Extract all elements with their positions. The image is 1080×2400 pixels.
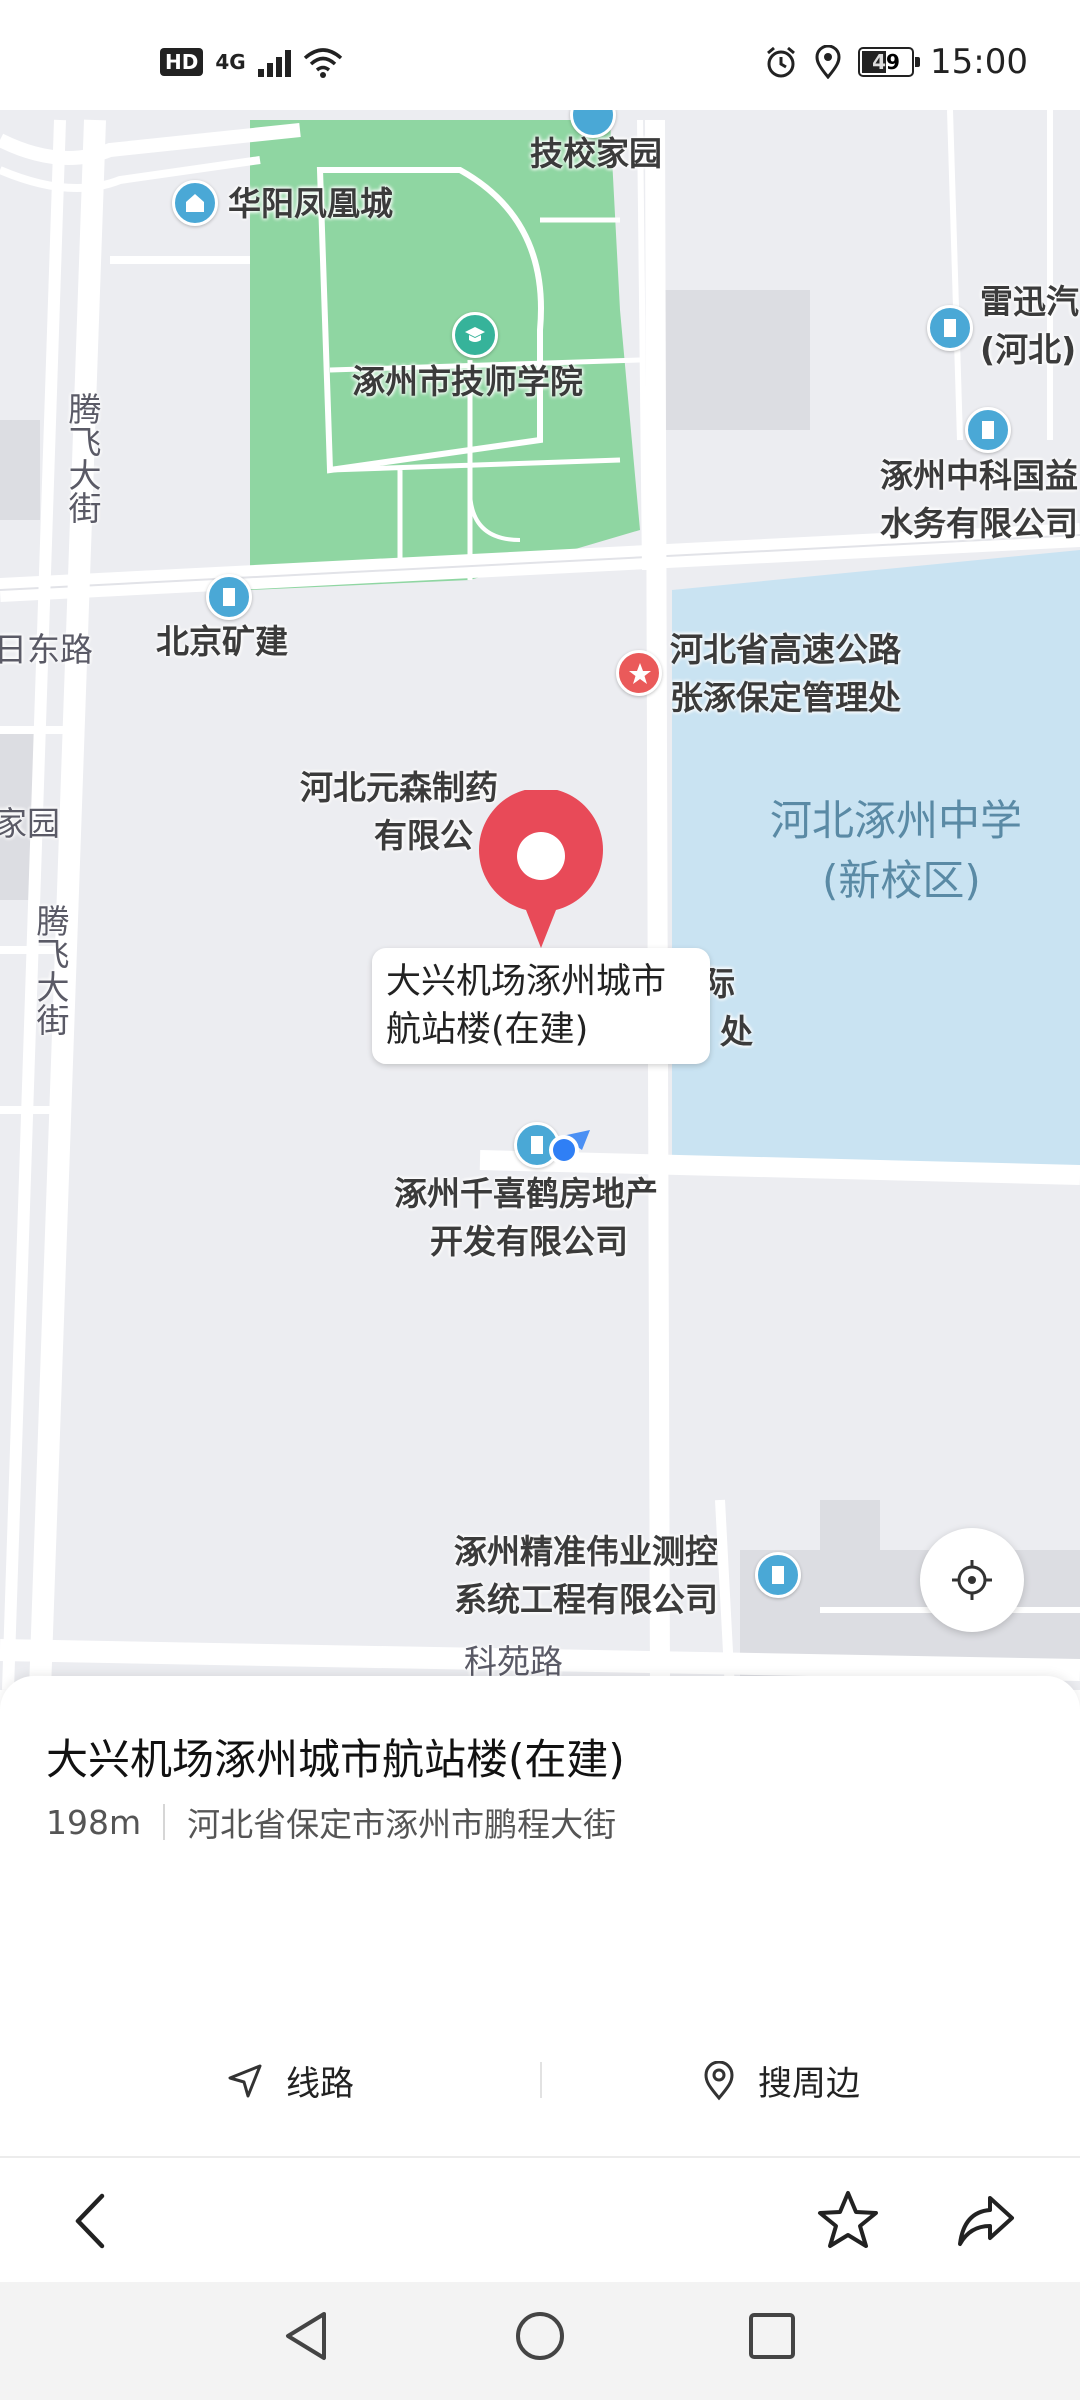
map-view[interactable]: 技校家园 华阳凤凰城 涿州市技师学院 雷迅汽 (河北) 涿州中科国益 水务有限公…: [0, 110, 1080, 1690]
alarm-icon: [767, 46, 795, 78]
map-label-zhongke-1[interactable]: 涿州中科国益: [880, 454, 1078, 498]
map-label-huayang[interactable]: 华阳凤凰城: [228, 182, 393, 226]
place-callout[interactable]: 大兴机场涿州城市航站楼(在建): [372, 948, 710, 1064]
map-label-gaosu-2[interactable]: 张涿保定管理处: [670, 676, 901, 720]
map-label-beijing-kuangjian[interactable]: 北京矿建: [156, 620, 288, 664]
residential-icon: [186, 194, 204, 212]
poi-icon-leixun[interactable]: [927, 305, 973, 351]
map-label-gaosu-1[interactable]: 河北省高速公路: [670, 628, 901, 672]
battery-icon: 49: [858, 47, 921, 77]
location-status-icon: [815, 45, 841, 79]
nav-home-icon[interactable]: [512, 2308, 568, 2364]
crosshair-icon: [952, 1560, 992, 1600]
place-distance: 198m: [46, 1802, 142, 1842]
map-label-yuansen-2[interactable]: 有限公: [374, 814, 473, 858]
road-label-tengfei-1: 腾飞大街: [63, 392, 102, 524]
nav-back-icon[interactable]: [280, 2308, 336, 2364]
building-icon: [223, 588, 235, 606]
map-label-guoji-2[interactable]: 处: [720, 1010, 753, 1054]
hd-badge: HD: [160, 48, 204, 76]
status-bar: HD 4G 49 15:00: [0, 0, 1080, 110]
wifi-icon: [303, 48, 342, 78]
network-type: 4G: [215, 50, 246, 74]
system-nav-bar: [0, 2282, 1080, 2400]
place-meta: 198m 河北省保定市涿州市鹏程大街: [46, 1798, 616, 1846]
meta-divider: [163, 1804, 166, 1840]
map-app-screen: HD 4G 49 15:00 技校家园 华阳凤凰城 涿州市技师学院 雷迅汽 (河…: [0, 0, 1080, 2400]
map-label-zhongke-2[interactable]: 水务有限公司: [880, 502, 1078, 546]
status-left: HD 4G: [160, 46, 343, 78]
status-time: 15:00: [930, 42, 1028, 82]
poi-icon-huayang[interactable]: [172, 180, 218, 226]
map-label-zhongxue-2[interactable]: (新校区): [822, 852, 981, 910]
map-label-jingzhun-2[interactable]: 系统工程有限公司: [454, 1578, 718, 1622]
star-icon: [629, 663, 651, 684]
share-icon[interactable]: [954, 2188, 1018, 2252]
building-icon: [944, 319, 956, 337]
map-label-jishi-xueyuan[interactable]: 涿州市技师学院: [352, 360, 583, 404]
road-label-jiayuan: 家园: [0, 804, 60, 843]
star-icon[interactable]: [816, 2188, 880, 2252]
map-label-yuansen-1[interactable]: 河北元森制药: [300, 766, 498, 810]
place-address: 河北省保定市涿州市鹏程大街: [187, 1805, 617, 1844]
building-icon: [982, 421, 994, 439]
map-label-jingzhun-1[interactable]: 涿州精准伟业测控: [454, 1530, 718, 1574]
battery-level: 49: [872, 50, 900, 74]
road-label-tengfei-2: 腾飞大街: [31, 904, 70, 1036]
bottom-toolbar: [0, 2158, 1080, 2282]
locate-button[interactable]: [920, 1528, 1024, 1632]
map-label-leixun-2[interactable]: (河北): [980, 328, 1076, 372]
chevron-left-icon[interactable]: [62, 2188, 122, 2254]
map-label-zhongxue-1[interactable]: 河北涿州中学: [770, 792, 1022, 850]
signal-icon: [257, 47, 291, 77]
poi-icon-jingzhun[interactable]: [755, 1552, 801, 1598]
navigation-arrow-icon: [228, 2064, 262, 2097]
nav-recents-icon[interactable]: [744, 2308, 800, 2364]
map-label-qianxihe-2[interactable]: 开发有限公司: [430, 1220, 628, 1264]
poi-icon-gaosu[interactable]: [616, 650, 662, 696]
nearby-label: 搜周边: [758, 2064, 860, 2104]
map-label-jixiao-jiayuan[interactable]: 技校家园: [530, 132, 662, 176]
school-icon: [465, 327, 485, 342]
action-divider: [540, 2062, 542, 2098]
poi-icon-jishi-xueyuan[interactable]: [452, 312, 498, 358]
search-nearby-button[interactable]: 搜周边: [702, 2056, 860, 2105]
map-label-qianxihe-1[interactable]: 涿州千喜鹤房地产: [394, 1172, 658, 1216]
road-label-dong: 日东路: [0, 630, 93, 669]
poi-icon-zhongke[interactable]: [965, 407, 1011, 453]
place-title: 大兴机场涿州城市航站楼(在建): [46, 1735, 625, 1784]
location-pin-icon: [704, 2060, 734, 2100]
place-detail-sheet[interactable]: 大兴机场涿州城市航站楼(在建) 198m 河北省保定市涿州市鹏程大街 线路 搜周…: [0, 1676, 1080, 2158]
my-location-icon: [549, 1130, 590, 1165]
status-right: 49 15:00: [764, 42, 1028, 82]
route-button[interactable]: 线路: [226, 2056, 354, 2105]
poi-icon-beijing-kuangjian[interactable]: [206, 574, 252, 620]
route-label: 线路: [286, 2064, 354, 2104]
destination-pin-icon[interactable]: [474, 790, 608, 950]
building-icon: [772, 1566, 784, 1584]
map-label-leixun-1[interactable]: 雷迅汽: [980, 280, 1079, 324]
